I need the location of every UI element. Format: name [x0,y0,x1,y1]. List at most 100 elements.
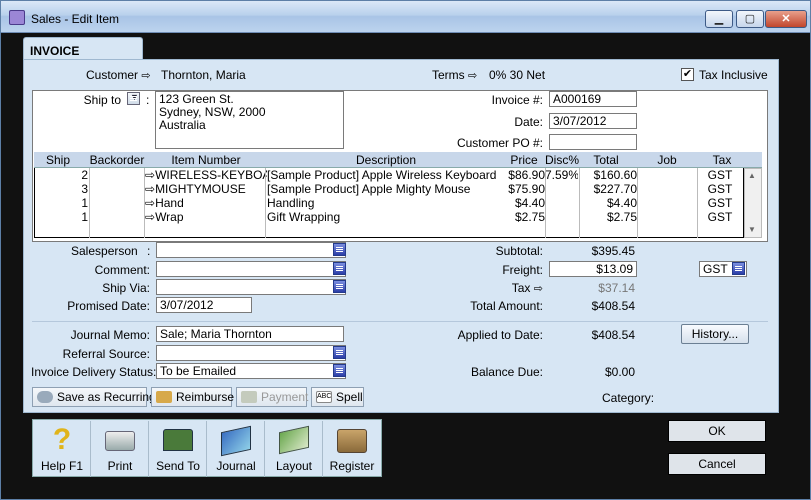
delivery-status-select[interactable]: To be Emailed [156,363,346,379]
cancel-button[interactable]: Cancel [668,453,766,475]
journal-button[interactable]: Journal [207,421,265,477]
table-scrollbar[interactable]: ▲ ▼ [744,168,762,238]
category-label: Category: [602,391,655,405]
col-ship[interactable]: Ship [34,153,82,167]
help-icon: ? [52,423,72,456]
journal-memo-input[interactable]: Sale; Maria Thornton [156,326,344,342]
customer-arrow-icon[interactable]: ⇨ [141,69,150,82]
date-input[interactable]: 3/07/2012 [549,113,637,129]
cell-item[interactable]: ⇨MIGHTYMOUSE [145,182,267,196]
register-button[interactable]: Register [323,421,381,477]
ship-via-list-icon[interactable] [333,280,346,293]
cell-ship[interactable]: 1 [35,210,88,224]
col-price[interactable]: Price [504,153,544,167]
history-button[interactable]: History... [681,324,749,344]
item-arrow-icon[interactable]: ⇨ [145,168,155,182]
terms-arrow-icon[interactable]: ⇨ [468,69,477,82]
comment-list-icon[interactable] [333,262,346,275]
col-total[interactable]: Total [579,153,633,167]
customer-po-input[interactable] [549,134,637,150]
cell-tax[interactable]: GST [695,196,745,210]
close-button[interactable]: ✕ [765,10,807,28]
cell-description[interactable]: Gift Wrapping [267,210,505,224]
item-arrow-icon[interactable]: ⇨ [145,210,155,224]
ship-to-address[interactable]: 123 Green St. Sydney, NSW, 2000 Australi… [155,91,344,149]
referral-source-input[interactable] [156,345,346,361]
col-tax[interactable]: Tax [695,153,749,167]
item-arrow-icon[interactable]: ⇨ [145,196,155,210]
minimize-button[interactable]: ▁ [705,10,733,28]
reimburse-icon [156,391,172,403]
tab-invoice[interactable]: INVOICE [23,37,143,61]
help-button[interactable]: ? Help F1 [33,421,91,477]
cell-tax[interactable]: GST [695,210,745,224]
send-to-button[interactable]: Send To [149,421,207,477]
cell-price[interactable]: $4.40 [505,196,545,210]
salesperson-input[interactable] [156,242,346,258]
cell-item[interactable]: ⇨Hand [145,196,267,210]
cell-total[interactable]: $2.75 [580,210,637,224]
cell-disc[interactable]: 7.59% [545,168,578,182]
cell-total[interactable]: $227.70 [580,182,637,196]
reimburse-button[interactable]: Reimburse [151,387,234,407]
cell-disc[interactable] [545,196,578,210]
column-divider [545,168,546,238]
spell-check-icon: ABC [316,391,332,403]
freight-input[interactable]: $13.09 [549,261,637,277]
cell-tax[interactable]: GST [695,182,745,196]
table-row[interactable]: 1 ⇨Hand Handling $4.40 $4.40 GST [35,196,745,210]
save-as-recurring-button[interactable]: Save as Recurring [32,387,156,407]
col-backorder[interactable]: Backorder [86,153,148,167]
terms-label: Terms ⇨ [432,68,478,82]
cell-disc[interactable] [545,210,578,224]
cell-item[interactable]: ⇨Wrap [145,210,267,224]
layout-button[interactable]: Layout [265,421,323,477]
scroll-up-icon[interactable]: ▲ [748,171,756,180]
cell-ship[interactable]: 3 [35,182,88,196]
col-item-number[interactable]: Item Number [146,153,266,167]
print-button[interactable]: Print [91,421,149,477]
column-divider [265,168,266,238]
cell-price[interactable]: $86.90 [505,168,545,182]
referral-source-label: Referral Source: [62,347,150,361]
table-row[interactable]: 3 ⇨MIGHTYMOUSE [Sample Product] Apple Mi… [35,182,745,196]
col-description[interactable]: Description [266,153,506,167]
item-arrow-icon[interactable]: ⇨ [145,182,155,196]
cell-disc[interactable] [545,182,578,196]
salesperson-list-icon[interactable] [333,243,346,256]
ship-via-input[interactable] [156,279,346,295]
table-row[interactable]: 2 ⇨WIRELESS-KEYBOAR [Sample Product] App… [35,168,745,182]
referral-source-list-icon[interactable] [333,346,346,359]
cell-description[interactable]: Handling [267,196,505,210]
tax-arrow-icon[interactable]: ⇨ [534,282,543,295]
cell-description[interactable]: [Sample Product] Apple Wireless Keyboard [267,168,505,182]
cell-price[interactable]: $75.90 [505,182,545,196]
cell-total[interactable]: $160.60 [580,168,637,182]
maximize-button[interactable]: ▢ [736,10,764,28]
title-bar[interactable]: Sales - Edit Item ▁ ▢ ✕ [1,1,810,33]
col-job[interactable]: Job [639,153,695,167]
cell-description[interactable]: [Sample Product] Apple Mighty Mouse [267,182,505,196]
ok-button[interactable]: OK [668,420,766,442]
scroll-down-icon[interactable]: ▼ [748,225,756,234]
freight-tax-list-icon[interactable] [732,262,745,275]
ship-to-dropdown[interactable]: ▼ [127,92,140,105]
comment-input[interactable] [156,261,346,277]
cell-item[interactable]: ⇨WIRELESS-KEYBOAR [145,168,267,182]
salesperson-label: Salesperson [71,244,138,258]
table-row[interactable]: 1 ⇨Wrap Gift Wrapping $2.75 $2.75 GST [35,210,745,224]
promised-date-input[interactable]: 3/07/2012 [156,297,252,313]
ship-to-label: Ship to [83,93,121,107]
cell-tax[interactable]: GST [695,168,745,182]
cell-total[interactable]: $4.40 [580,196,637,210]
col-disc[interactable]: Disc% [544,153,580,167]
payment-button[interactable]: Payment [236,387,309,407]
invoice-number-input[interactable]: A000169 [549,91,637,107]
spell-button[interactable]: ABC Spell [311,387,364,407]
tax-inclusive-checkbox[interactable]: ✔ [681,68,694,81]
delivery-status-list-icon[interactable] [333,364,346,377]
cell-price[interactable]: $2.75 [505,210,545,224]
payment-label: Payment [261,390,309,404]
cell-ship[interactable]: 1 [35,196,88,210]
cell-ship[interactable]: 2 [35,168,88,182]
